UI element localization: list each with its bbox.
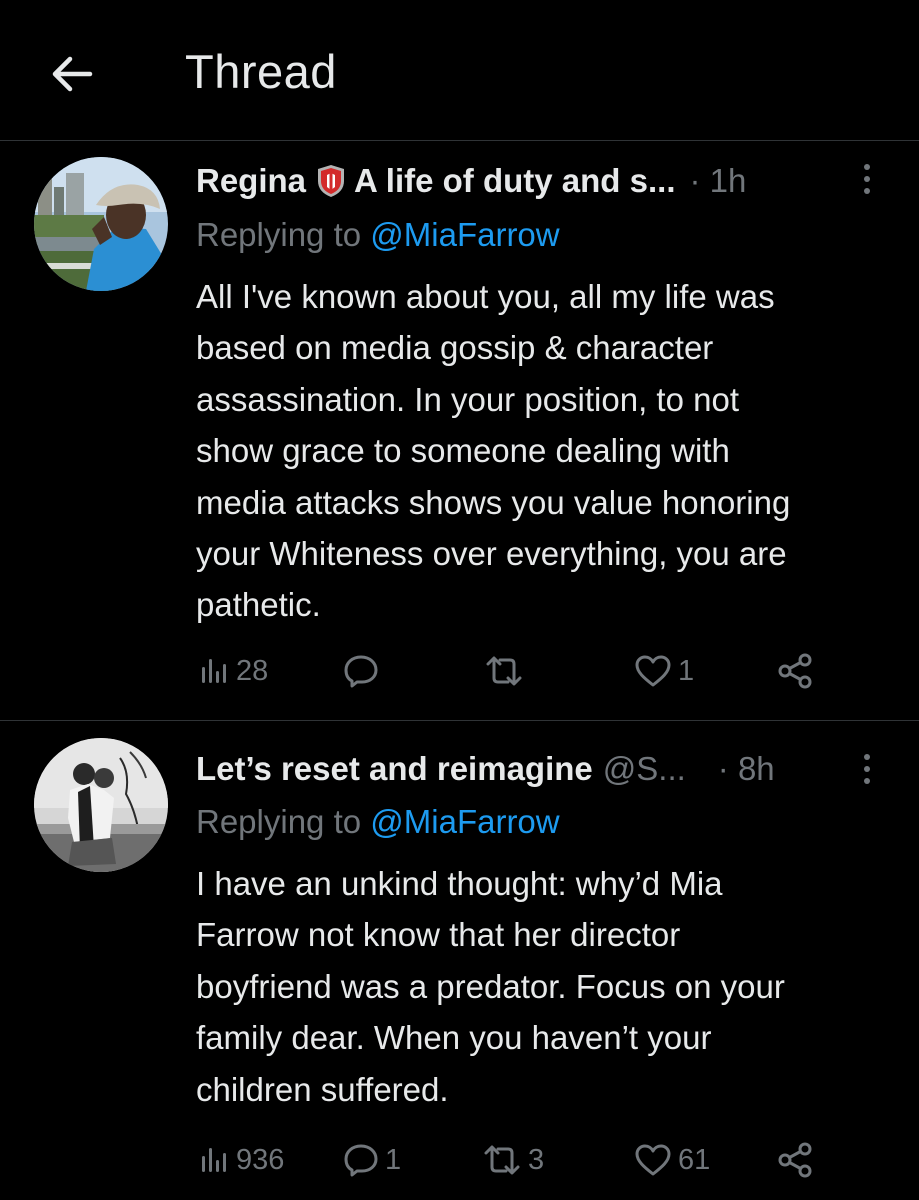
reply-button[interactable]: [343, 646, 385, 696]
views-button[interactable]: 28: [198, 646, 268, 696]
reply-button[interactable]: 1: [343, 1135, 401, 1185]
more-options-button[interactable]: [854, 747, 880, 791]
text-line: family dear. When you haven’t your: [196, 1019, 712, 1057]
replying-label: Replying to: [196, 803, 371, 840]
views-button[interactable]: 936: [198, 1135, 284, 1185]
shield-icon: [316, 163, 346, 199]
like-button[interactable]: 1: [634, 646, 694, 696]
action-bar: 936 1 3 61: [0, 1135, 919, 1185]
tweet-header: Let’s reset and reimagine @S... · 8h: [196, 747, 775, 791]
replying-to: Replying to @MiaFarrow: [196, 216, 560, 254]
timestamp[interactable]: · 1h: [690, 162, 747, 200]
text-line: pathetic.: [196, 586, 321, 624]
reply-count: 1: [385, 1143, 402, 1176]
bio-name: A life of duty and s...: [354, 162, 676, 199]
views-count: 28: [236, 654, 269, 687]
tweet[interactable]: Regina A life of duty and s... · 1h Repl…: [0, 141, 919, 721]
mention-link[interactable]: @MiaFarrow: [370, 803, 559, 840]
share-icon: [778, 653, 812, 689]
share-button[interactable]: [776, 646, 814, 696]
more-icon: [864, 754, 870, 760]
avatar[interactable]: [34, 738, 168, 872]
text-line: assassination. In your position, to not: [196, 380, 739, 418]
retweet-count: 3: [528, 1143, 545, 1176]
text-line: media attacks shows you value honoring: [196, 483, 791, 521]
avatar[interactable]: [34, 157, 168, 291]
retweet-button[interactable]: 3: [482, 1135, 544, 1185]
retweet-icon: [486, 656, 522, 686]
like-count: 61: [678, 1143, 711, 1176]
text-line: All I've known about you, all my life wa…: [196, 278, 775, 315]
tweet-text: All I've known about you, all my life wa…: [196, 271, 896, 631]
retweet-button[interactable]: [484, 646, 530, 696]
text-line: your Whiteness over everything, you are: [196, 535, 787, 573]
handle[interactable]: @S...: [603, 750, 686, 788]
back-button[interactable]: [46, 48, 98, 100]
text-line: show grace to someone dealing with: [196, 432, 730, 470]
tweet-text: I have an unkind thought: why’d Mia Farr…: [196, 858, 896, 1115]
display-name[interactable]: Regina: [196, 162, 306, 200]
views-count: 936: [236, 1143, 285, 1176]
replying-label: Replying to: [196, 216, 371, 253]
tweet[interactable]: Let’s reset and reimagine @S... · 8h Rep…: [0, 721, 919, 1200]
heart-icon: [635, 655, 671, 687]
top-bar: Thread: [0, 0, 919, 141]
text-line: based on media gossip & character: [196, 329, 714, 367]
like-button[interactable]: 61: [634, 1135, 710, 1185]
action-bar: 28 1: [0, 646, 919, 696]
text-line: Farrow not know that her director: [196, 916, 681, 954]
mention-link[interactable]: @MiaFarrow: [370, 216, 559, 253]
text-line: children suffered.: [196, 1070, 449, 1108]
page-title: Thread: [185, 45, 337, 98]
display-name[interactable]: Let’s reset and reimagine: [196, 750, 593, 788]
replying-to: Replying to @MiaFarrow: [196, 803, 560, 841]
reply-icon: [344, 1144, 378, 1177]
more-icon: [864, 164, 870, 170]
arrow-left-icon: [52, 56, 93, 92]
text-line: I have an unkind thought: why’d Mia: [196, 865, 723, 902]
like-count: 1: [678, 654, 695, 687]
views-icon: [202, 659, 226, 683]
share-icon: [778, 1142, 812, 1178]
reply-icon: [344, 655, 378, 688]
timestamp[interactable]: · 8h: [718, 750, 775, 788]
more-options-button[interactable]: [854, 157, 880, 201]
text-line: boyfriend was a predator. Focus on your: [196, 967, 785, 1005]
heart-icon: [635, 1144, 671, 1176]
views-icon: [202, 1148, 226, 1172]
tweet-header: Regina A life of duty and s... · 1h: [196, 159, 746, 203]
share-button[interactable]: [776, 1135, 814, 1185]
retweet-icon: [484, 1145, 520, 1175]
